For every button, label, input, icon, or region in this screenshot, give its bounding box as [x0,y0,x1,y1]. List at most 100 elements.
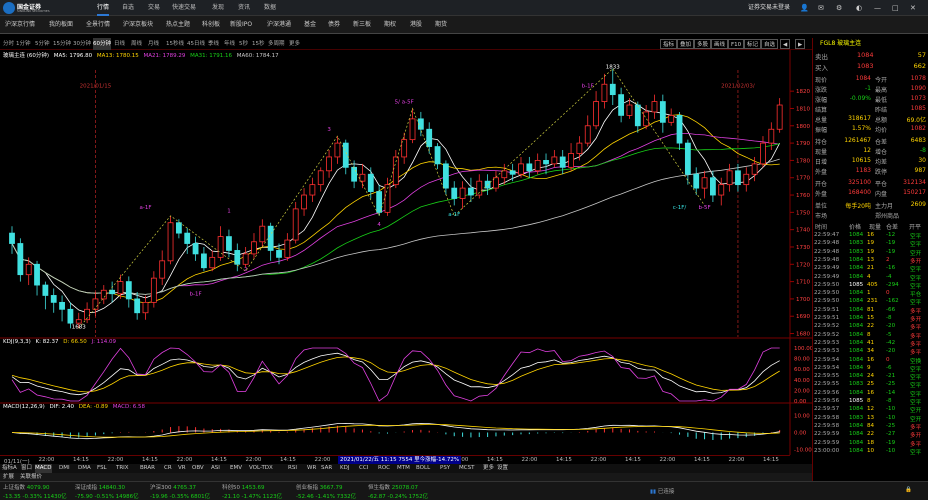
indicator-tab[interactable]: 窗口 [21,464,32,473]
btn-mark[interactable]: 标记 [744,39,762,49]
minimize-icon[interactable]: — [874,0,881,16]
indicator-tab[interactable]: OBV [192,464,204,473]
indicator-tab[interactable]: 指标A [2,464,17,473]
indicator-tab[interactable]: ROC [378,464,390,473]
indicator-tab[interactable]: TRIX [116,464,129,473]
candle-body [459,187,466,199]
indicator-tab[interactable]: ASI [211,464,220,473]
tf-5m[interactable]: 5分钟 [35,38,50,50]
price-axis-label: 1740 [796,228,810,234]
lock-icon[interactable]: 🔒 [905,487,912,493]
indicator-tab[interactable]: WR [307,464,316,473]
status-hs300-change: -19.96 -0.35% 6801亿 [150,494,211,500]
btn-favorite[interactable]: 自选 [761,39,779,49]
tf-timeshare[interactable]: 分时 [3,38,14,50]
indicator-tab[interactable]: DMA [78,464,91,473]
tab-hushen[interactable]: 沪深京行情 [5,16,35,34]
maximize-icon[interactable]: □ [892,0,899,16]
tab-my-board[interactable]: 我的板面 [49,16,73,34]
tab-extend[interactable]: 扩展 [3,473,14,481]
indicator-tab[interactable]: KDJ [340,464,349,473]
tf-5s[interactable]: 5秒 [239,38,248,50]
tab-star[interactable]: 科创板 [202,16,220,34]
tab-hot[interactable]: 热点主题 [166,16,190,34]
btn-multi-stock[interactable]: 多股 [694,39,712,49]
quote-label: 跌停 [875,169,888,176]
nav-quick-trade[interactable]: 快速交易 [172,0,196,16]
btn-indicator[interactable]: 指标 [660,39,678,49]
indicator-tab[interactable]: BOLL [416,464,430,473]
tf-more[interactable]: 更多 [289,38,300,50]
tab-connect[interactable]: 沪深港通 [267,16,291,34]
mail-icon[interactable]: ✉ [818,0,824,16]
user-icon[interactable]: 👤 [800,0,809,16]
nav-market[interactable]: 行情 [97,0,110,16]
trade-type: 多开 [910,433,922,440]
indicator-tab[interactable]: 更多 [483,464,494,473]
tf-quarter[interactable]: 季线 [208,38,219,50]
tf-45d[interactable]: 45日线 [187,38,205,50]
tab-option[interactable]: 期权 [384,16,396,34]
indicator-tab[interactable]: MTM [397,464,410,473]
tf-month[interactable]: 月线 [148,38,159,50]
trade-price: 1084 [849,439,864,446]
status-cyb[interactable]: 创业板指 3667.79 [296,483,343,491]
indicator-tab[interactable]: VR [178,464,186,473]
indicator-tab[interactable]: RSI [288,464,297,473]
btn-draw[interactable]: 画线 [711,39,729,49]
nav-trade[interactable]: 交易 [148,0,160,16]
indicator-tab[interactable]: VOL-TDX [249,464,273,473]
indicator-tab[interactable]: CR [164,464,172,473]
tf-day[interactable]: 日线 [114,38,125,50]
tf-15s-b[interactable]: 15秒 [252,38,265,50]
indicator-tab[interactable]: PSY [440,464,450,473]
candle-body [493,177,499,189]
tab-fund[interactable]: 基金 [304,16,316,34]
tf-15s[interactable]: 15秒线 [166,38,184,50]
indicator-tab[interactable]: BRAR [140,464,155,473]
tab-sector[interactable]: 沪深京板块 [123,16,153,34]
status-hsi[interactable]: 恒生指数 25078.07 [368,483,418,491]
indicator-tab[interactable]: MACD [35,464,52,473]
tf-15m[interactable]: 15分钟 [53,38,71,50]
tf-week[interactable]: 周线 [131,38,142,50]
tab-futures[interactable]: 期货 [435,16,447,34]
indicator-tab[interactable]: CCI [359,464,368,473]
settings-icon[interactable]: ⚙ [836,0,842,16]
nav-data[interactable]: 数据 [264,0,276,16]
prev-icon[interactable]: ◀ [780,39,791,49]
tf-30m[interactable]: 30分钟 [73,38,91,50]
tab-bond[interactable]: 债券 [328,16,340,34]
status-kc50[interactable]: 科创50 1453.69 [222,483,265,491]
tf-multi[interactable]: 多周期 [268,38,285,50]
tf-year[interactable]: 年线 [224,38,235,50]
candlestick-chart[interactable]: 1820 1810 1800 1790 1780 1770 1760 1750 1740 1730… [0,50,812,455]
indicator-tab[interactable]: FSL [97,464,107,473]
candle-body [442,163,449,189]
next-icon[interactable]: ▶ [795,39,806,49]
close-icon[interactable]: ✕ [910,0,916,16]
skin-icon[interactable]: ◐ [856,0,862,16]
btn-overlay[interactable]: 叠加 [677,39,695,49]
indicator-tab[interactable]: DMI [59,464,70,473]
indicator-tab[interactable]: SAR [321,464,332,473]
tab-related-quote[interactable]: 关联报价 [20,473,42,481]
trade-type: 多平 [910,325,922,332]
indicator-tab[interactable]: MCST [459,464,474,473]
tab-neeq[interactable]: 新三板 [353,16,371,34]
indicator-tab[interactable]: 设置 [497,464,508,473]
tab-hk[interactable]: 港股 [410,16,422,34]
tab-panorama[interactable]: 全景行情 [86,16,110,34]
nav-news[interactable]: 资讯 [238,0,250,16]
tab-ipo[interactable]: 新股IPO [230,16,252,34]
status-hs300[interactable]: 沪深300 4765.37 [150,483,196,491]
login-status[interactable]: 证券交易未登录 [748,0,790,16]
tf-60m[interactable]: 60分钟 [93,38,111,50]
nav-discover[interactable]: 发现 [212,0,224,16]
status-sh[interactable]: 上证指数 4079.90 [3,483,50,491]
nav-watchlist[interactable]: 自选 [122,0,134,16]
indicator-tab[interactable]: EMV [230,464,242,473]
tf-1m[interactable]: 1分钟 [16,38,31,50]
btn-f10[interactable]: F10 [728,39,745,49]
status-sz[interactable]: 深证成指 14840.30 [75,483,125,491]
